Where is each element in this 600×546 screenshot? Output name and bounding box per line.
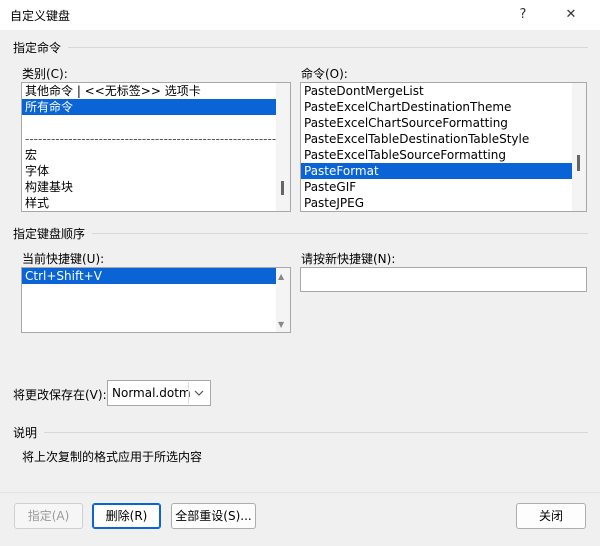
commands-scrollbar[interactable] bbox=[572, 83, 586, 211]
list-item[interactable]: PasteExcelChartSourceFormatting bbox=[301, 115, 586, 131]
reset-all-button[interactable]: 全部重设(S)... bbox=[171, 503, 256, 529]
categories-scrollbar[interactable] bbox=[276, 83, 290, 211]
description-heading: 说明 bbox=[13, 426, 38, 440]
close-button[interactable]: 关闭 bbox=[516, 503, 586, 529]
description-text: 将上次复制的格式应用于所选内容 bbox=[22, 450, 203, 464]
section-divider bbox=[68, 47, 588, 48]
save-in-value: Normal.dotm bbox=[112, 386, 191, 400]
commands-scroll-thumb[interactable] bbox=[577, 155, 580, 171]
assign-button[interactable]: 指定(A) bbox=[14, 503, 83, 529]
list-item[interactable]: PasteDontMergeList bbox=[301, 83, 586, 99]
list-item[interactable]: PasteExcelTableDestinationTableStyle bbox=[301, 131, 586, 147]
current-keys-label: 当前快捷键(U): bbox=[22, 252, 105, 266]
current-keys-scrollbar[interactable]: ▲ ▼ bbox=[276, 268, 290, 332]
commands-label: 命令(O): bbox=[301, 67, 348, 81]
list-item[interactable]: PasteJPEG bbox=[301, 195, 586, 211]
list-item[interactable]: 其他命令 | <<无标签>> 选项卡 bbox=[22, 83, 290, 99]
list-item[interactable]: PasteFormat bbox=[301, 163, 572, 179]
list-item[interactable]: 宏 bbox=[22, 147, 290, 163]
list-item: ----------------------------------------… bbox=[25, 132, 281, 146]
specify-command-heading: 指定命令 bbox=[13, 41, 62, 55]
categories-listbox[interactable]: 其他命令 | <<无标签>> 选项卡 所有命令 ------------------… bbox=[21, 82, 291, 212]
list-item[interactable]: PasteGIF bbox=[301, 179, 586, 195]
dialog-title: 自定义键盘 bbox=[10, 9, 71, 23]
scroll-up-icon[interactable]: ▲ bbox=[278, 272, 284, 281]
commands-listbox[interactable]: PasteDontMergeList PasteExcelChartDestina… bbox=[300, 82, 587, 212]
new-key-label: 请按新快捷键(N): bbox=[301, 252, 396, 266]
list-item[interactable]: PasteExcelTableSourceFormatting bbox=[301, 147, 586, 163]
section-divider bbox=[44, 432, 588, 433]
list-item[interactable]: 所有命令 bbox=[22, 99, 276, 115]
list-item[interactable]: 构建基块 bbox=[22, 179, 290, 195]
save-in-label: 将更改保存在(V): bbox=[13, 388, 107, 402]
button-bar bbox=[0, 492, 600, 546]
keyboard-sequence-heading: 指定键盘顺序 bbox=[13, 227, 86, 241]
scroll-down-icon[interactable]: ▼ bbox=[278, 320, 284, 329]
list-item bbox=[22, 115, 290, 131]
chevron-down-icon bbox=[194, 390, 204, 396]
remove-button[interactable]: 删除(R) bbox=[92, 503, 161, 529]
help-button[interactable]: ? bbox=[508, 3, 538, 27]
section-divider bbox=[92, 233, 588, 234]
list-item[interactable]: Ctrl+Shift+V bbox=[22, 268, 276, 284]
dropdown-button[interactable] bbox=[188, 382, 209, 404]
current-keys-listbox[interactable]: Ctrl+Shift+V ▲ ▼ bbox=[21, 267, 291, 333]
save-in-dropdown[interactable]: Normal.dotm bbox=[107, 380, 211, 406]
list-item[interactable]: 样式 bbox=[22, 195, 290, 211]
close-icon[interactable]: ✕ bbox=[556, 3, 586, 27]
categories-scroll-thumb[interactable] bbox=[281, 181, 284, 195]
categories-label: 类别(C): bbox=[22, 67, 68, 81]
list-item[interactable]: PasteExcelChartDestinationTheme bbox=[301, 99, 586, 115]
new-key-input[interactable] bbox=[300, 267, 587, 292]
list-item[interactable]: 字体 bbox=[22, 163, 290, 179]
list-item[interactable]: 常用符号 bbox=[22, 211, 290, 212]
